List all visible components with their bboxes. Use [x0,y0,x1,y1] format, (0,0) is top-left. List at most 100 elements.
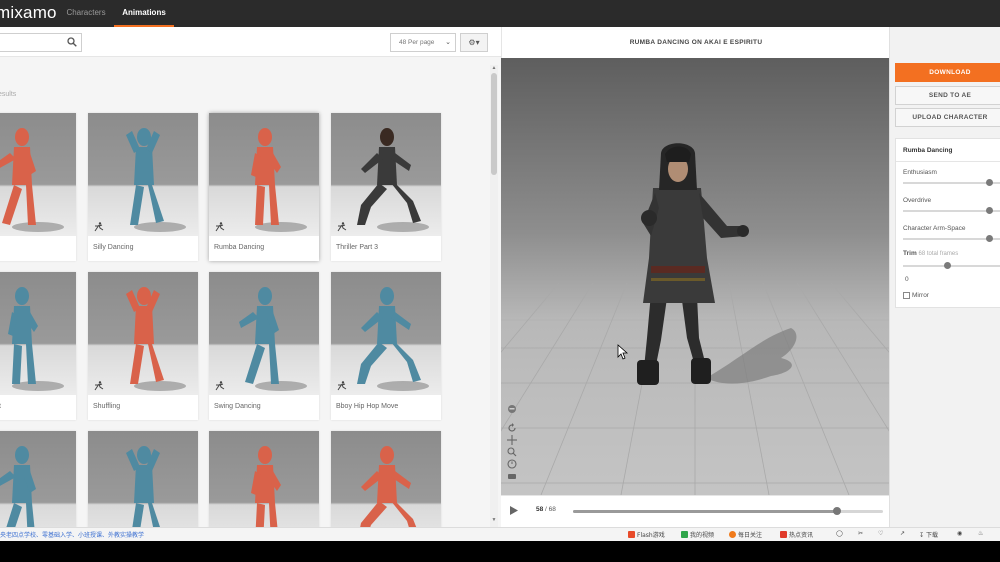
animation-card[interactable]: Shuffling [88,272,198,420]
animation-card[interactable] [88,431,198,527]
animation-card[interactable]: rock Start [0,272,76,420]
animation-thumbnail [0,431,76,527]
upload-character-button[interactable]: UPLOAD CHARACTER [895,108,1000,127]
flame-icon [729,531,736,538]
animation-thumbnail [88,272,198,395]
animation-thumbnail [0,272,76,395]
news-icon [780,531,787,538]
divider [896,161,1000,162]
scroll-up-icon[interactable]: ▲ [490,65,498,71]
download-arrow-icon: ↧ [919,532,925,539]
trim-label: Trim 68 total frames [903,250,958,257]
hot-news-label: 热点资讯 [789,532,814,539]
animation-card[interactable] [331,431,441,527]
per-page-value: 48 Per page [399,39,435,46]
letterbox-bar [0,541,1000,562]
pan-icon[interactable] [507,435,517,445]
param-slider-handle[interactable] [986,207,993,214]
camera-icon[interactable] [507,471,517,481]
flash-games-label: Flash游戏 [637,532,665,539]
animation-library: 48 Per page ⌄ ⚙▾ esults Dancing Silly Dan… [0,27,501,527]
animation-card-label: Rumba Dancing [214,244,265,251]
tab-characters[interactable]: Characters [58,0,114,27]
animation-card[interactable]: Swing Dancing [209,272,319,420]
per-page-select[interactable]: 48 Per page ⌄ [390,33,456,52]
animation-card-label: Silly Dancing [93,244,134,251]
animation-name: Rumba Dancing [903,147,953,154]
animation-card[interactable]: Silly Dancing [88,113,198,261]
my-video-label: 我的视频 [690,532,715,539]
scrollbar-thumb[interactable] [491,73,497,175]
app-window: mixamo Characters Animations 48 Per page… [0,0,1000,562]
param-slider-handle[interactable] [986,179,993,186]
trim-value: 0 [905,276,909,283]
play-icon[interactable] [510,506,518,515]
trim-handle[interactable] [944,262,951,269]
viewer-header: RUMBA DANCING ON AKAI E ESPIRITU [501,27,889,58]
flash-icon [628,531,635,538]
my-video-link[interactable]: 我的视频 [681,530,714,539]
share-icon[interactable]: ↗ [900,530,905,537]
tab-animations[interactable]: Animations [114,0,174,27]
param-slider[interactable] [903,207,1000,214]
mirror-checkbox[interactable] [903,292,910,299]
head-icon[interactable] [507,404,517,414]
daily-focus-link[interactable]: 每日关注 [729,530,762,539]
download-button[interactable]: DOWNLOAD [895,63,1000,82]
gear-icon: ⚙▾ [468,38,480,47]
ad-ticker[interactable]: 央老四点学校、零基础入学、小班授课、外教实操教学 [0,530,144,539]
mixamo-logo[interactable]: mixamo [0,3,57,23]
timeline-slider[interactable] [573,507,883,515]
param-slider[interactable] [903,235,1000,242]
mouse-cursor-icon [617,344,629,360]
3d-viewport[interactable] [501,58,889,495]
search-input[interactable] [0,33,82,52]
animation-card[interactable]: Dancing [0,113,76,261]
timeline-handle[interactable] [832,507,841,515]
send-to-button[interactable]: SEND TO AE [895,86,1000,105]
animation-card[interactable]: Thriller Part 3 [331,113,441,261]
headset-icon[interactable]: ◉ [957,530,962,537]
download-link[interactable]: ↧ 下载 [919,530,938,539]
param-slider-handle[interactable] [986,235,993,242]
shield-icon[interactable]: ◯ [836,530,843,537]
running-figure-icon [94,222,104,232]
param-slider[interactable] [903,179,1000,186]
character-model [637,143,797,385]
animation-thumbnail [88,113,198,236]
animation-card-label: Thriller Part 3 [336,244,379,251]
animation-thumbnail [209,431,319,527]
heart-icon[interactable]: ♡ [878,530,883,537]
download-label: 下载 [925,532,938,539]
trim-title: Trim [903,250,917,257]
search-icon[interactable] [67,37,77,47]
hot-news-link[interactable]: 热点资讯 [780,530,813,539]
running-figure-icon [337,381,347,391]
trim-slider[interactable] [903,262,1000,269]
volume-icon[interactable]: ♨ [978,530,983,537]
library-scrollbar[interactable]: ▲ ▼ [490,65,498,527]
animation-settings-panel: DOWNLOAD SEND TO AE UPLOAD CHARACTER Rum… [889,27,1000,527]
mirror-label: Mirror [912,292,929,299]
running-figure-icon [337,222,347,232]
animation-card-label: Swing Dancing [214,403,261,410]
animation-card-label: Shuffling [93,403,121,410]
animation-thumbnail [88,431,198,527]
timer-icon[interactable] [507,459,517,469]
cut-icon[interactable]: ✂ [858,530,863,537]
animation-card[interactable] [209,431,319,527]
scroll-down-icon[interactable]: ▼ [490,517,498,523]
zoom-icon[interactable] [507,447,517,457]
flash-games-link[interactable]: Flash游戏 [628,530,665,539]
settings-dropdown[interactable]: ⚙▾ [460,33,488,52]
browser-status-bar: 央老四点学校、零基础入学、小班授课、外教实操教学 Flash游戏 我的视频 每日… [0,527,1000,541]
animation-card[interactable] [0,431,76,527]
trim-note: 68 total frames [918,251,959,257]
viewer-title: RUMBA DANCING ON AKAI E ESPIRITU [629,39,763,46]
animation-card[interactable]: Rumba Dancing [209,113,319,261]
reset-icon[interactable] [507,423,517,433]
animation-card[interactable]: Bboy Hip Hop Move [331,272,441,420]
chevron-down-icon: ⌄ [445,39,451,46]
top-nav: mixamo Characters Animations [0,0,1000,27]
running-figure-icon [215,222,225,232]
